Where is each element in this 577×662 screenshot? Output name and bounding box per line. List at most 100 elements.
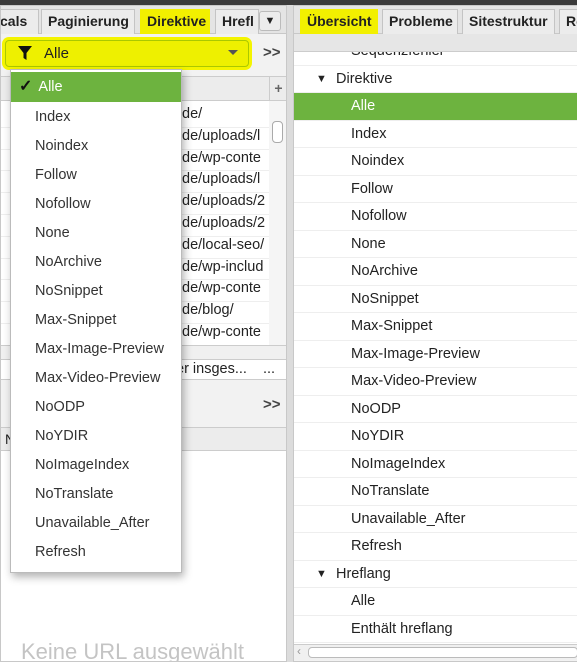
- menu-item-noydir[interactable]: NoYDIR: [11, 422, 181, 451]
- tree-item-label: Hreflang: [336, 565, 391, 582]
- menu-item-label: None: [35, 224, 70, 241]
- menu-item-label: Nofollow: [35, 195, 91, 212]
- menu-item-max-snippet[interactable]: Max-Snippet: [11, 306, 181, 335]
- menu-item-refresh[interactable]: Refresh: [11, 538, 181, 567]
- tree-item-label: Follow: [351, 180, 393, 197]
- empty-state-text: Keine URL ausgewählt: [21, 639, 244, 662]
- tree-item[interactable]: NoYDIR: [294, 423, 577, 451]
- tab-sitestruktur[interactable]: Sitestruktur: [462, 9, 555, 34]
- tree-item[interactable]: NoSnippet: [294, 286, 577, 313]
- tree-item[interactable]: Max-Snippet: [294, 313, 577, 341]
- tree-item[interactable]: Alle: [294, 93, 577, 121]
- tree-item-label: Index: [351, 125, 387, 142]
- menu-item-label: NoSnippet: [35, 282, 103, 299]
- tree-item-label: Max-Video-Preview: [351, 373, 477, 389]
- menu-item-noarchive[interactable]: NoArchive: [11, 248, 181, 277]
- menu-item-follow[interactable]: Follow: [11, 161, 181, 190]
- menu-item-label: Max-Snippet: [35, 311, 117, 328]
- tree-item-label: NoODP: [351, 400, 401, 417]
- tree-item[interactable]: NoODP: [294, 396, 577, 423]
- tree-item[interactable]: Nofollow: [294, 203, 577, 231]
- menu-item-notranslate[interactable]: NoTranslate: [11, 480, 181, 509]
- menu-item-label: NoODP: [35, 398, 85, 415]
- menu-item-label: Index: [35, 108, 71, 125]
- triangle-down-icon: ▼: [264, 15, 276, 27]
- overview-tree: Sequenzfehler ▼ Direktive Alle Index Noindex F…: [294, 52, 577, 644]
- tree-item[interactable]: NoArchive: [294, 258, 577, 286]
- menu-item-label: NoTranslate: [35, 485, 114, 502]
- tree-item-label: NoImageIndex: [351, 455, 446, 472]
- tree-item[interactable]: Alle: [294, 588, 577, 616]
- scrollbar-thumb[interactable]: [272, 121, 283, 143]
- status-more: ...: [263, 361, 276, 377]
- expand-arrow-icon[interactable]: ▼: [316, 561, 327, 588]
- tree-item-label: NoTranslate: [351, 483, 430, 499]
- directive-filter-menu: ✓ Alle Index Noindex Follow Nofollow None NoArc…: [10, 69, 182, 573]
- tab-list-menu-button[interactable]: ▼: [259, 11, 281, 31]
- menu-item-noimageindex[interactable]: NoImageIndex: [11, 451, 181, 480]
- menu-item-noodp[interactable]: NoODP: [11, 393, 181, 422]
- tree-group[interactable]: ▼ Hreflang: [294, 561, 577, 588]
- chevron-down-icon: [228, 50, 238, 55]
- tree-item[interactable]: Unavailable_After: [294, 506, 577, 533]
- tab-more[interactable]: Re: [559, 9, 577, 34]
- menu-item-max-video-preview[interactable]: Max-Video-Preview: [11, 364, 181, 393]
- tree-item[interactable]: Index: [294, 121, 577, 148]
- tree-item[interactable]: Noindex: [294, 148, 577, 176]
- tree-item[interactable]: NoImageIndex: [294, 451, 577, 478]
- tree-item[interactable]: Max-Video-Preview: [294, 368, 577, 396]
- menu-item-label: Unavailable_After: [35, 514, 150, 531]
- menu-item-label: Max-Image-Preview: [35, 340, 164, 357]
- menu-item-label: Follow: [35, 166, 77, 183]
- tree-item[interactable]: NoTranslate: [294, 478, 577, 506]
- menu-item-label: Max-Video-Preview: [35, 369, 161, 386]
- scrollbar-thumb[interactable]: [308, 647, 577, 658]
- menu-item-unavailable-after[interactable]: Unavailable_After: [11, 509, 181, 538]
- tab-uebersicht[interactable]: Übersicht: [300, 9, 378, 34]
- add-column-button[interactable]: +: [269, 77, 286, 101]
- tree-item-label: Max-Snippet: [351, 318, 433, 334]
- menu-item-noindex[interactable]: Noindex: [11, 132, 181, 161]
- tab-direktive[interactable]: Direktive: [140, 9, 210, 34]
- right-horizontal-scrollbar[interactable]: ‹: [294, 644, 577, 660]
- right-panel: Übersicht Probleme Sitestruktur Re Seque…: [293, 5, 577, 662]
- tree-item[interactable]: Enthält hreflang: [294, 616, 577, 643]
- tree-item-label: Noindex: [351, 153, 405, 169]
- tree-item-label: NoSnippet: [351, 290, 419, 307]
- lower-expand-button[interactable]: >>: [263, 396, 281, 413]
- funnel-icon: [18, 45, 32, 65]
- menu-item-none[interactable]: None: [11, 219, 181, 248]
- checkmark-icon: ✓: [19, 78, 33, 95]
- menu-item-nosnippet[interactable]: NoSnippet: [11, 277, 181, 306]
- left-tabs: cals Paginierung Direktive Hrefl ▼: [1, 6, 286, 34]
- tab-hreflang-locals[interactable]: cals: [1, 9, 39, 34]
- status-text: er insges...: [176, 361, 247, 377]
- tab-paginierung[interactable]: Paginierung: [41, 9, 135, 34]
- tree-item-label: Alle: [351, 98, 376, 114]
- scroll-left-icon[interactable]: ‹: [297, 644, 301, 658]
- tree-group[interactable]: ▼ Direktive: [294, 66, 577, 93]
- tree-item[interactable]: Refresh: [294, 533, 577, 561]
- tree-item[interactable]: Follow: [294, 176, 577, 203]
- tree-item-label: Refresh: [351, 538, 402, 554]
- tab-hreflang[interactable]: Hrefl: [215, 9, 259, 34]
- menu-item-max-image-preview[interactable]: Max-Image-Preview: [11, 335, 181, 364]
- menu-item-nofollow[interactable]: Nofollow: [11, 190, 181, 219]
- tab-probleme[interactable]: Probleme: [382, 9, 458, 34]
- tree-item[interactable]: None: [294, 231, 577, 258]
- expand-button[interactable]: >>: [263, 44, 281, 61]
- menu-item-index[interactable]: Index: [11, 103, 181, 132]
- menu-item-alle[interactable]: ✓ Alle: [11, 72, 181, 102]
- tree-item[interactable]: Sequenzfehler: [294, 52, 577, 66]
- tree-item-label: Unavailable_After: [351, 510, 466, 527]
- directive-filter-dropdown[interactable]: Alle: [5, 40, 249, 67]
- tree-item-label: Enthält hreflang: [351, 620, 453, 637]
- tree-item[interactable]: Max-Image-Preview: [294, 341, 577, 368]
- expand-arrow-icon[interactable]: ▼: [316, 66, 327, 93]
- vertical-scrollbar[interactable]: [269, 101, 286, 345]
- tree-item-label: NoArchive: [351, 263, 418, 279]
- menu-item-label: Noindex: [35, 137, 89, 154]
- menu-item-label: NoImageIndex: [35, 456, 130, 473]
- tree-item-label: Alle: [351, 593, 376, 609]
- right-toolbar: [294, 34, 577, 52]
